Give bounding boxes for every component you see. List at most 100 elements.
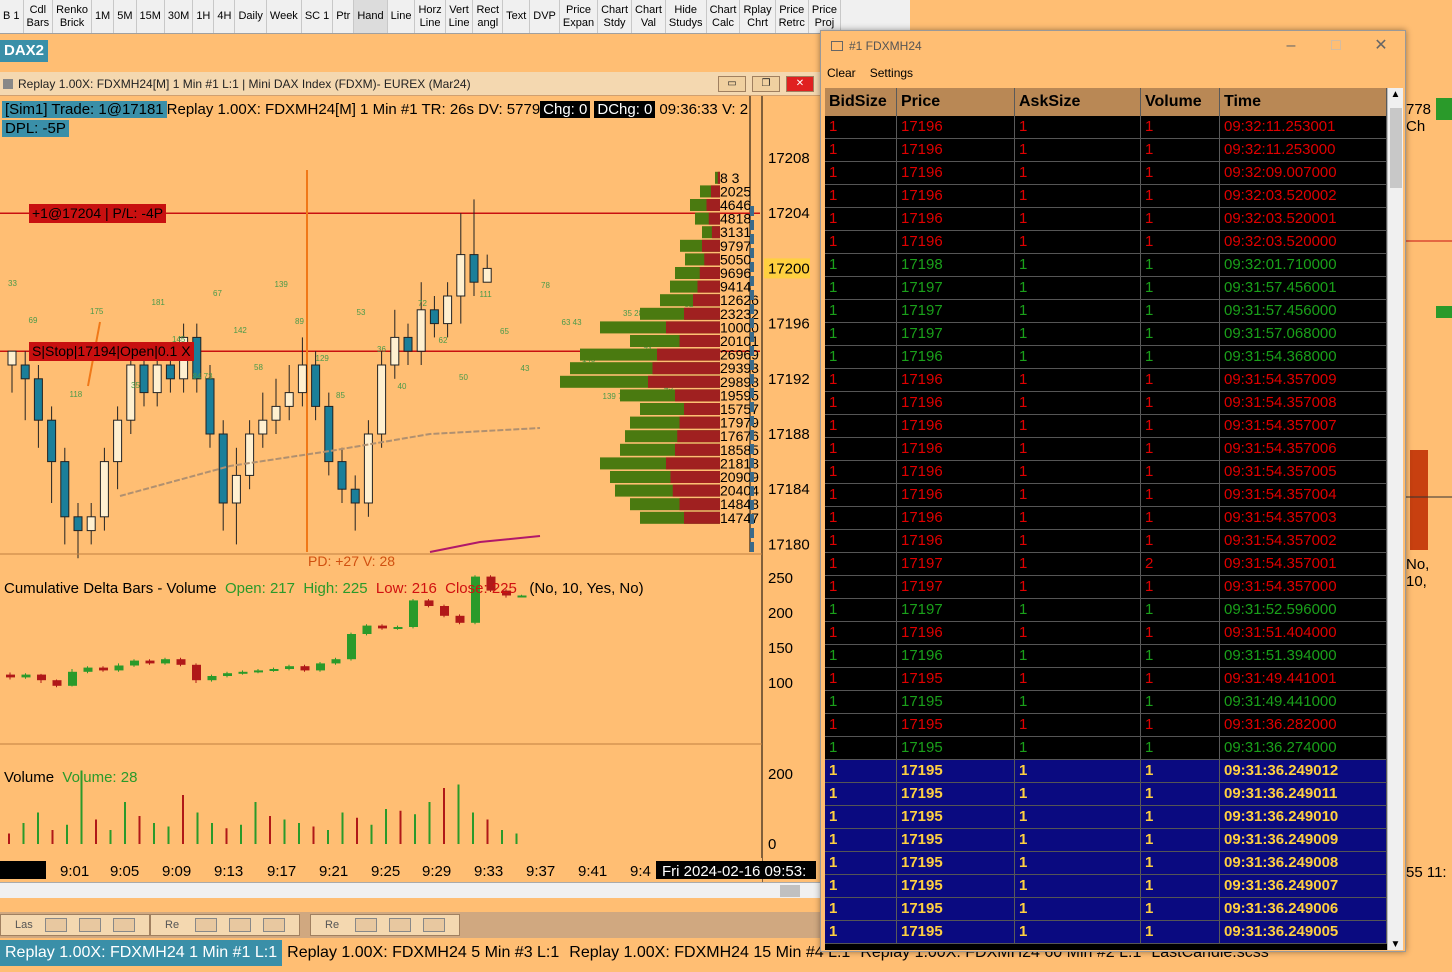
ts-minimize-button[interactable]: –: [1276, 31, 1306, 61]
ts-row[interactable]: 1 17195 1 1 09:31:36.249007: [825, 875, 1387, 898]
toolbar-button[interactable]: Rect angl: [473, 0, 504, 33]
position-order-label[interactable]: +1@17204 | P/L: -4P: [29, 204, 167, 223]
ts-menu-settings[interactable]: Settings: [870, 61, 913, 85]
chartbook-tab[interactable]: Replay 1.00X: FDXMH24 5 Min #3 L:1: [282, 940, 564, 966]
close-window-button[interactable]: [263, 918, 285, 932]
ts-menu-clear[interactable]: Clear: [827, 61, 856, 85]
ts-row[interactable]: 1 17196 1 1 09:32:03.520002: [825, 185, 1387, 208]
toolbar-button[interactable]: Hand: [354, 0, 388, 33]
toolbar-button[interactable]: Price Retrc: [776, 0, 809, 33]
scroll-thumb[interactable]: [780, 885, 800, 897]
toolbar-button[interactable]: DVP: [530, 0, 560, 33]
ts-column-header[interactable]: BidSize: [825, 88, 897, 116]
minimized-chart-window[interactable]: Re: [150, 914, 300, 936]
toolbar-button[interactable]: Chart Calc: [707, 0, 741, 33]
ts-row[interactable]: 1 17196 1 1 09:32:03.520000: [825, 231, 1387, 254]
toolbar-button[interactable]: 1H: [193, 0, 215, 33]
ts-row[interactable]: 1 17196 1 1 09:31:54.357009: [825, 369, 1387, 392]
toolbar-button[interactable]: Price Expan: [560, 0, 599, 33]
ts-row[interactable]: 1 17195 1 1 09:31:36.274000: [825, 737, 1387, 760]
ts-row[interactable]: 1 17195 1 1 09:31:36.249006: [825, 898, 1387, 921]
chartbook-tab[interactable]: Replay 1.00X: FDXMH24 1 Min #1 L:1: [0, 940, 283, 966]
maximize-window-button[interactable]: [389, 918, 411, 932]
toolbar-button[interactable]: 15M: [137, 0, 165, 33]
toolbar-button[interactable]: 5M: [114, 0, 137, 33]
ts-row[interactable]: 1 17196 1 1 09:31:54.357008: [825, 392, 1387, 415]
ts-column-header[interactable]: Time: [1220, 88, 1387, 116]
toolbar-button[interactable]: SC 1: [302, 0, 334, 33]
ts-column-header[interactable]: Volume: [1141, 88, 1220, 116]
maximize-window-button[interactable]: [79, 918, 101, 932]
ts-row[interactable]: 1 17196 1 1 09:32:03.520001: [825, 208, 1387, 231]
toolbar-button[interactable]: Rplay Chrt: [740, 0, 776, 33]
maximize-window-button[interactable]: [229, 918, 251, 932]
restore-button[interactable]: ❐: [752, 76, 780, 92]
toolbar-button[interactable]: B 1: [0, 0, 24, 33]
ts-row[interactable]: 1 17196 1 1 09:31:54.357005: [825, 461, 1387, 484]
ts-close-button[interactable]: ✕: [1366, 31, 1396, 61]
ts-row[interactable]: 1 17196 1 1 09:31:51.404000: [825, 622, 1387, 645]
ts-row[interactable]: 1 17195 1 1 09:31:36.249008: [825, 852, 1387, 875]
ts-row[interactable]: 1 17195 1 1 09:31:36.249012: [825, 760, 1387, 783]
toolbar-button[interactable]: Hide Studys: [666, 0, 707, 33]
ts-row[interactable]: 1 17196 1 1 09:31:54.357007: [825, 415, 1387, 438]
toolbar-button[interactable]: Cdl Bars: [24, 0, 54, 33]
ts-scroll-thumb[interactable]: [1390, 108, 1402, 188]
ts-vertical-scrollbar[interactable]: ▲ ▼: [1387, 88, 1403, 950]
ts-row[interactable]: 1 17195 1 1 09:31:36.282000: [825, 714, 1387, 737]
restore-window-button[interactable]: [45, 918, 67, 932]
close-window-button[interactable]: [113, 918, 135, 932]
ts-row[interactable]: 1 17196 1 1 09:31:54.357003: [825, 507, 1387, 530]
close-button[interactable]: ✕: [786, 76, 814, 92]
ts-row[interactable]: 1 17195 1 1 09:31:36.249009: [825, 829, 1387, 852]
ts-column-header[interactable]: Price: [897, 88, 1015, 116]
chart-plot[interactable]: 17208 17204 17200 17196 17192 17188 17184 17180…: [0, 96, 820, 882]
ts-row[interactable]: 1 17196 1 1 09:31:54.357004: [825, 484, 1387, 507]
toolbar-button[interactable]: Daily: [235, 0, 267, 33]
toolbar-button[interactable]: Chart Stdy: [598, 0, 633, 33]
close-window-button[interactable]: [423, 918, 445, 932]
ts-row[interactable]: 1 17195 1 1 09:31:49.441000: [825, 691, 1387, 714]
stop-order-label[interactable]: S|Stop|17194|Open|0.1 X: [29, 342, 194, 361]
ts-row[interactable]: 1 17195 1 1 09:31:36.249011: [825, 783, 1387, 806]
toolbar-button[interactable]: 4H: [214, 0, 236, 33]
ts-row[interactable]: 1 17196 1 1 09:31:54.368000: [825, 346, 1387, 369]
minimize-button[interactable]: ▭: [718, 76, 746, 92]
ts-row[interactable]: 1 17196 1 1 09:32:09.007000: [825, 162, 1387, 185]
toolbar-button[interactable]: Vert Line: [446, 0, 474, 33]
toolbar-button[interactable]: Ptr: [333, 0, 355, 33]
scroll-up-arrow[interactable]: ▲: [1388, 88, 1403, 102]
ts-row[interactable]: 1 17196 1 1 09:31:54.357006: [825, 438, 1387, 461]
ts-row[interactable]: 1 17197 1 2 09:31:54.357001: [825, 553, 1387, 576]
restore-window-button[interactable]: [355, 918, 377, 932]
symbol-tag[interactable]: DAX2: [0, 40, 49, 62]
toolbar-button[interactable]: Text: [503, 0, 531, 33]
scroll-down-arrow[interactable]: ▼: [1388, 939, 1403, 950]
ts-maximize-button[interactable]: □: [1321, 31, 1351, 61]
toolbar-button[interactable]: Renko Brick: [53, 0, 92, 33]
ts-row[interactable]: 1 17195 1 1 09:31:36.249010: [825, 806, 1387, 829]
ts-row[interactable]: 1 17196 1 1 09:31:51.394000: [825, 645, 1387, 668]
toolbar-button[interactable]: Price Proj: [809, 0, 841, 33]
toolbar-button[interactable]: 1M: [92, 0, 115, 33]
toolbar-button[interactable]: 30M: [165, 0, 194, 33]
ts-column-header[interactable]: AskSize: [1015, 88, 1141, 116]
ts-row[interactable]: 1 17195 1 1 09:31:36.249005: [825, 921, 1387, 944]
ts-row[interactable]: 1 17197 1 1 09:31:52.596000: [825, 599, 1387, 622]
ts-row[interactable]: 1 17198 1 1 09:32:01.710000: [825, 254, 1387, 277]
ts-row[interactable]: 1 17196 1 1 09:31:54.357002: [825, 530, 1387, 553]
toolbar-button[interactable]: Line: [388, 0, 416, 33]
ts-row[interactable]: 1 17197 1 1 09:31:57.456001: [825, 277, 1387, 300]
ts-row[interactable]: 1 17197 1 1 09:31:57.456000: [825, 300, 1387, 323]
ts-row[interactable]: 1 17197 1 1 09:31:54.357000: [825, 576, 1387, 599]
ts-row[interactable]: 1 17196 1 1 09:32:11.253000: [825, 139, 1387, 162]
ts-row[interactable]: 1 17197 1 1 09:31:57.068000: [825, 323, 1387, 346]
ts-row[interactable]: 1 17195 1 1 09:31:49.441001: [825, 668, 1387, 691]
toolbar-button[interactable]: Chart Val: [632, 0, 666, 33]
minimized-chart-window[interactable]: Las: [0, 914, 150, 936]
toolbar-button[interactable]: Horz Line: [415, 0, 446, 33]
chartbook-tab[interactable]: Replay 1.00X: FDXMH24 15 Min #4 L:1: [564, 940, 855, 966]
ts-row[interactable]: 1 17196 1 1 09:32:11.253001: [825, 116, 1387, 139]
chart-horizontal-scrollbar[interactable]: [0, 882, 820, 898]
toolbar-button[interactable]: Week: [267, 0, 302, 33]
